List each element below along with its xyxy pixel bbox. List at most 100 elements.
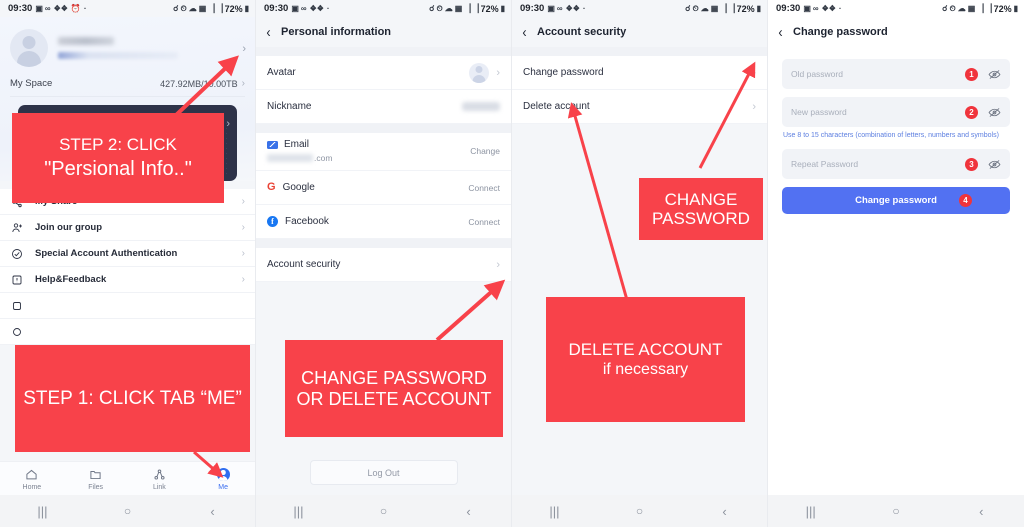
battery-icon: ▮ — [500, 3, 505, 13]
menu-item-special-account-authentication[interactable]: Special Account Authentication › — [0, 241, 255, 267]
row-account-security[interactable]: Account security › — [256, 248, 511, 282]
google-connect-button[interactable]: Connect — [468, 183, 500, 193]
google-icon: G — [267, 181, 276, 193]
avatar[interactable] — [10, 29, 48, 67]
home-button[interactable]: ○ — [341, 505, 426, 517]
image-icon: ▣ — [35, 3, 43, 13]
old-password-field[interactable]: Old password 1 — [782, 59, 1010, 89]
eye-off-icon[interactable] — [988, 69, 1001, 80]
alarm-icon: ⏲ — [180, 3, 187, 13]
row-label: Nickname — [267, 101, 312, 112]
signal-icon: ▕ — [977, 3, 984, 13]
callout-line-1: CHANGE — [664, 189, 738, 209]
recents-button[interactable]: ||| — [768, 505, 853, 518]
app-bar: ‹ Account security — [512, 17, 767, 47]
callout-line-2: OR DELETE ACCOUNT — [296, 388, 492, 409]
row-avatar[interactable]: Avatar › — [256, 56, 511, 90]
group-add-icon — [10, 222, 24, 234]
dots-icon: ❖❖ — [565, 3, 580, 13]
tab-files[interactable]: Files — [64, 467, 128, 491]
back-button[interactable]: ‹ — [426, 505, 511, 518]
tab-label: Me — [218, 483, 228, 491]
section-divider — [256, 239, 511, 248]
back-arrow-icon[interactable]: ‹ — [266, 25, 270, 40]
facebook-connect-button[interactable]: Connect — [468, 217, 500, 227]
row-delete-account[interactable]: Delete account › — [512, 90, 767, 124]
menu-item-hidden-b[interactable] — [0, 319, 255, 345]
page-title: Account security — [537, 26, 627, 38]
chevron-right-icon: › — [242, 43, 246, 55]
profile-summary[interactable]: › — [10, 25, 246, 73]
section-divider — [512, 47, 767, 56]
change-password-button[interactable]: Change password 4 — [782, 187, 1010, 215]
alarm-icon: ⏲ — [692, 3, 699, 13]
back-button[interactable]: ‹ — [939, 505, 1024, 518]
link-icon: ∞ — [812, 3, 819, 13]
home-button[interactable]: ○ — [853, 505, 938, 517]
profile-name-redacted — [58, 37, 114, 45]
link-icon: ∞ — [44, 3, 51, 13]
recents-button[interactable]: ||| — [0, 505, 85, 518]
row-label: Avatar — [267, 67, 296, 78]
back-button[interactable]: ‹ — [170, 505, 255, 518]
repeat-password-field[interactable]: Repeat Password 3 — [782, 149, 1010, 180]
my-space-row[interactable]: My Space 427.92MB/10.00TB › — [10, 73, 245, 97]
alarm-icon: ⏲ — [436, 3, 443, 13]
vpn-key-icon: ☌ — [685, 3, 691, 13]
battery-icon: ▮ — [244, 3, 249, 13]
battery-percent: 72% — [736, 3, 755, 14]
tab-label: Link — [152, 483, 166, 491]
folder-icon — [64, 467, 128, 482]
panel-account-security: 09:30 ▣ ∞ ❖❖ · ☌ ⏲ ☁ ▦ ▕ ▕ 72% ▮ ‹ Accou… — [512, 0, 768, 527]
link-icon: ∞ — [556, 3, 563, 13]
bottom-tab-bar: Home Files Link Me — [0, 461, 255, 495]
menu-item-help-feedback[interactable]: Help&Feedback › — [0, 267, 255, 293]
row-nickname[interactable]: Nickname — [256, 90, 511, 124]
page-title: Change password — [793, 26, 888, 38]
email-value-redacted — [267, 154, 313, 162]
row-facebook[interactable]: f Facebook Connect — [256, 205, 511, 239]
tab-link[interactable]: Link — [128, 467, 192, 491]
panel-personal-information: 09:30 ▣ ∞ ❖❖ · ☌ ⏲ ☁ ▦ ▕ ▕ 72% ▮ ‹ Perso… — [256, 0, 512, 527]
row-change-password[interactable]: Change password › — [512, 56, 767, 90]
chevron-right-icon: › — [241, 274, 245, 285]
callout-change-or-delete: CHANGE PASSWORD OR DELETE ACCOUNT — [285, 340, 503, 437]
step-badge-1: 1 — [965, 67, 978, 81]
android-nav-bar: ||| ○ ‹ — [0, 495, 255, 527]
callout-line-1: CHANGE PASSWORD — [301, 368, 487, 389]
panel-change-password: 09:30 ▣ ∞ ❖❖ · ☌ ⏲ ☁ ▦ ▕ ▕ 72% ▮ ‹ Chang… — [768, 0, 1024, 527]
step-badge-3: 3 — [965, 157, 978, 171]
home-button[interactable]: ○ — [597, 505, 682, 517]
tab-me[interactable]: Me — [191, 467, 255, 491]
logout-button[interactable]: Log Out — [309, 460, 458, 485]
menu-item-join-our-group[interactable]: Join our group › — [0, 215, 255, 241]
page-title: Personal information — [281, 26, 392, 38]
back-arrow-icon[interactable]: ‹ — [522, 25, 526, 40]
wifi-icon: ☁ — [700, 3, 709, 13]
help-icon — [10, 274, 24, 286]
home-button[interactable]: ○ — [85, 505, 170, 517]
email-domain: .com — [314, 153, 333, 163]
callout-step-1: STEP 1: CLICK TAB “ME” — [15, 345, 250, 452]
signal-icon: ▕ — [728, 3, 735, 13]
eye-off-icon[interactable] — [988, 107, 1001, 118]
recents-button[interactable]: ||| — [256, 505, 341, 518]
recents-button[interactable]: ||| — [512, 505, 597, 518]
eye-off-icon[interactable] — [988, 159, 1001, 170]
row-email[interactable]: Email .com Change — [256, 133, 511, 171]
dots-icon: ❖❖ — [309, 3, 324, 13]
email-change-button[interactable]: Change — [470, 146, 500, 156]
nickname-value-redacted — [462, 102, 500, 111]
menu-item-hidden-a[interactable] — [0, 293, 255, 319]
callout-line-2: PASSWORD — [652, 209, 750, 228]
back-button[interactable]: ‹ — [682, 505, 767, 518]
back-arrow-icon[interactable]: ‹ — [778, 25, 782, 40]
chevron-right-icon: › — [241, 196, 245, 207]
tab-home[interactable]: Home — [0, 467, 64, 491]
row-google[interactable]: G Google Connect — [256, 171, 511, 205]
new-password-field[interactable]: New password 2 — [782, 97, 1010, 127]
circle-icon — [10, 326, 24, 338]
signal-icon: ▕ — [208, 3, 215, 13]
section-divider — [256, 47, 511, 56]
wifi-icon: ☁ — [188, 3, 197, 13]
